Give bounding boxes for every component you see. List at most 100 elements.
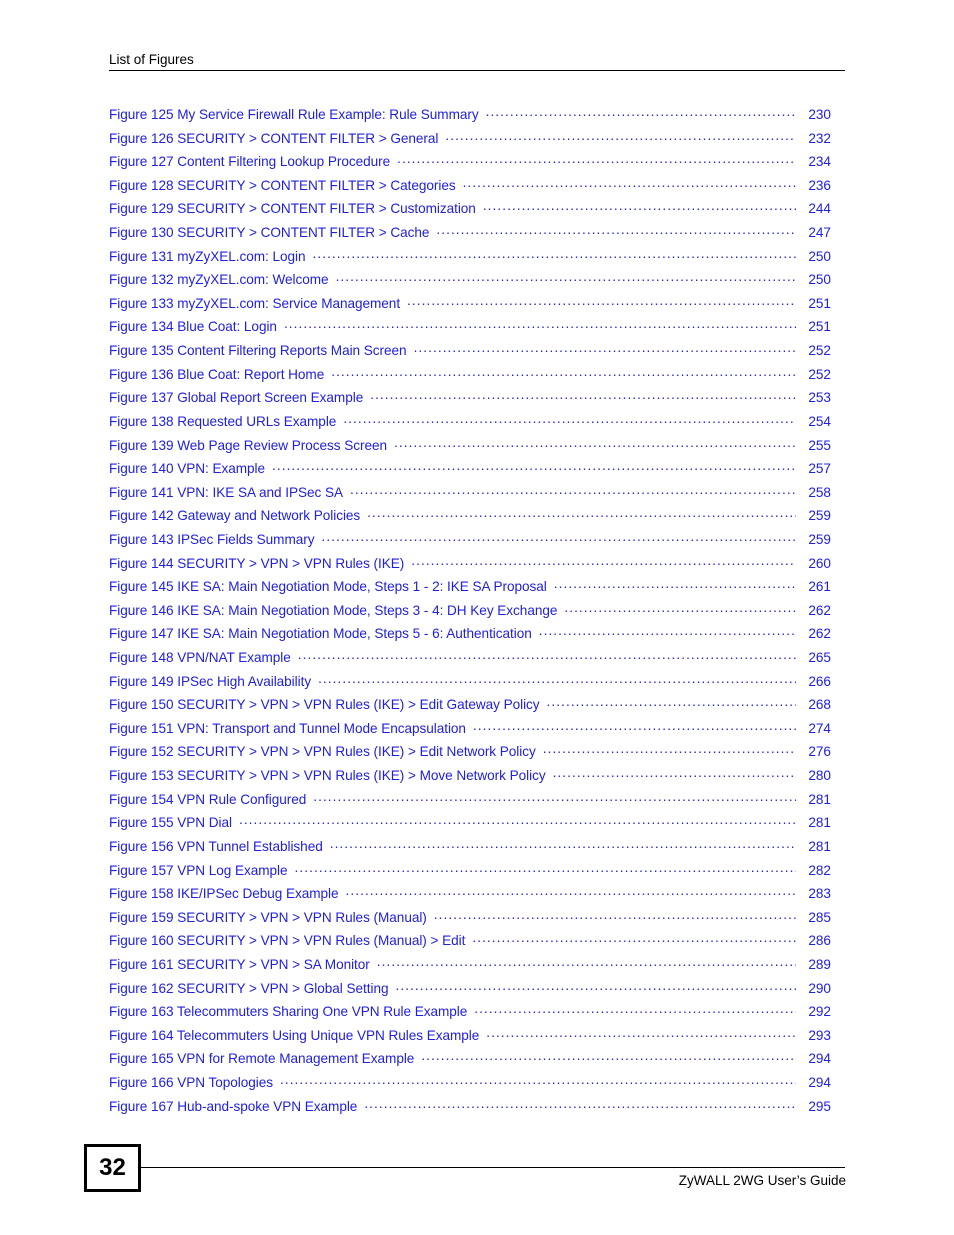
figure-entry-page: 289 — [808, 956, 831, 972]
running-header: List of Figures — [109, 51, 845, 71]
figure-entry[interactable]: Figure 152 SECURITY > VPN > VPN Rules (I… — [109, 743, 831, 767]
figure-entry[interactable]: Figure 141 VPN: IKE SA and IPSec SA 258 — [109, 484, 831, 508]
page-number-box: 32 — [84, 1144, 141, 1192]
dot-leader — [397, 153, 796, 165]
dot-leader — [547, 696, 796, 708]
figure-entry[interactable]: Figure 148 VPN/NAT Example 265 — [109, 649, 831, 673]
figure-entry[interactable]: Figure 134 Blue Coat: Login 251 — [109, 318, 831, 342]
figure-entry-label: Figure 126 SECURITY > CONTENT FILTER > G… — [109, 130, 439, 146]
dot-leader — [367, 507, 796, 519]
figure-entry[interactable]: Figure 145 IKE SA: Main Negotiation Mode… — [109, 578, 831, 602]
header-divider — [109, 70, 845, 71]
dot-leader — [321, 531, 796, 543]
figure-entry[interactable]: Figure 159 SECURITY > VPN > VPN Rules (M… — [109, 909, 831, 933]
figure-entry[interactable]: Figure 139 Web Page Review Process Scree… — [109, 437, 831, 461]
figure-entry-label: Figure 165 VPN for Remote Management Exa… — [109, 1051, 415, 1067]
figure-entry-page: 294 — [808, 1074, 831, 1090]
dot-leader — [407, 295, 796, 307]
figure-entry-label: Figure 150 SECURITY > VPN > VPN Rules (I… — [109, 697, 540, 713]
dot-leader — [364, 1098, 796, 1110]
figure-entry[interactable]: Figure 142 Gateway and Network Policies 2… — [109, 507, 831, 531]
figure-entry-page: 280 — [808, 768, 831, 784]
dot-leader — [472, 932, 796, 944]
dot-leader — [543, 743, 796, 755]
figure-entry[interactable]: Figure 136 Blue Coat: Report Home 252 — [109, 366, 831, 390]
figure-entry[interactable]: Figure 143 IPSec Fields Summary 259 — [109, 531, 831, 555]
figure-entry[interactable]: Figure 135 Content Filtering Reports Mai… — [109, 342, 831, 366]
figure-entry-label: Figure 131 myZyXEL.com: Login — [109, 248, 306, 264]
figure-entry[interactable]: Figure 150 SECURITY > VPN > VPN Rules (I… — [109, 696, 831, 720]
figure-entry[interactable]: Figure 126 SECURITY > CONTENT FILTER > G… — [109, 130, 831, 154]
figure-entry-page: 252 — [808, 343, 831, 359]
dot-leader — [564, 602, 796, 614]
figure-entry[interactable]: Figure 163 Telecommuters Sharing One VPN… — [109, 1003, 831, 1027]
figure-entry[interactable]: Figure 157 VPN Log Example 282 — [109, 862, 831, 886]
figure-entry[interactable]: Figure 161 SECURITY > VPN > SA Monitor 28… — [109, 956, 831, 980]
figure-entry[interactable]: Figure 153 SECURITY > VPN > VPN Rules (I… — [109, 767, 831, 791]
figure-entry[interactable]: Figure 167 Hub-and-spoke VPN Example 295 — [109, 1098, 831, 1122]
figure-entry-page: 294 — [808, 1051, 831, 1067]
figure-entry[interactable]: Figure 129 SECURITY > CONTENT FILTER > C… — [109, 200, 831, 224]
dot-leader — [445, 130, 796, 142]
figure-entry-page: 283 — [808, 886, 831, 902]
figure-entry[interactable]: Figure 131 myZyXEL.com: Login 250 — [109, 248, 831, 272]
figure-entry[interactable]: Figure 130 SECURITY > CONTENT FILTER > C… — [109, 224, 831, 248]
figure-entry[interactable]: Figure 156 VPN Tunnel Established 281 — [109, 838, 831, 862]
figure-entry[interactable]: Figure 128 SECURITY > CONTENT FILTER > C… — [109, 177, 831, 201]
figure-entry[interactable]: Figure 158 IKE/IPSec Debug Example 283 — [109, 885, 831, 909]
figure-entry-label: Figure 158 IKE/IPSec Debug Example — [109, 886, 339, 902]
figure-entry-page: 251 — [808, 319, 831, 335]
figure-entry-label: Figure 127 Content Filtering Lookup Proc… — [109, 154, 391, 170]
figure-entry-label: Figure 135 Content Filtering Reports Mai… — [109, 343, 407, 359]
figure-entry-page: 295 — [808, 1098, 831, 1114]
figure-entry-page: 255 — [808, 437, 831, 453]
figure-entry-label: Figure 147 IKE SA: Main Negotiation Mode… — [109, 626, 532, 642]
figure-entry-page: 250 — [808, 272, 831, 288]
figure-entry[interactable]: Figure 144 SECURITY > VPN > VPN Rules (I… — [109, 555, 831, 579]
figure-entry[interactable]: Figure 132 myZyXEL.com: Welcome 250 — [109, 271, 831, 295]
figure-entry-page: 290 — [808, 980, 831, 996]
dot-leader — [553, 767, 796, 779]
list-of-figures: Figure 125 My Service Firewall Rule Exam… — [109, 106, 831, 1121]
dot-leader — [486, 1027, 796, 1039]
figure-entry[interactable]: Figure 146 IKE SA: Main Negotiation Mode… — [109, 602, 831, 626]
running-footer: 32 ZyWALL 2WG User’s Guide — [84, 1144, 846, 1204]
figure-entry-page: 276 — [808, 744, 831, 760]
dot-leader — [284, 318, 796, 330]
figure-entry[interactable]: Figure 147 IKE SA: Main Negotiation Mode… — [109, 625, 831, 649]
figure-entry-label: Figure 162 SECURITY > VPN > Global Setti… — [109, 980, 389, 996]
figure-entry[interactable]: Figure 140 VPN: Example 257 — [109, 460, 831, 484]
figure-entry-page: 236 — [808, 177, 831, 193]
figure-entry-page: 281 — [808, 838, 831, 854]
figure-entry[interactable]: Figure 125 My Service Firewall Rule Exam… — [109, 106, 831, 130]
figure-entry[interactable]: Figure 166 VPN Topologies 294 — [109, 1074, 831, 1098]
figure-entry[interactable]: Figure 154 VPN Rule Configured 281 — [109, 791, 831, 815]
figure-entry-label: Figure 128 SECURITY > CONTENT FILTER > C… — [109, 177, 456, 193]
document-page: List of Figures Figure 125 My Service Fi… — [0, 0, 954, 1235]
figure-entry-page: 260 — [808, 555, 831, 571]
figure-entry[interactable]: Figure 151 VPN: Transport and Tunnel Mod… — [109, 720, 831, 744]
dot-leader — [272, 460, 796, 472]
figure-entry-page: 266 — [808, 673, 831, 689]
figure-entry-page: 262 — [808, 602, 831, 618]
dot-leader — [239, 814, 796, 826]
figure-entry-label: Figure 141 VPN: IKE SA and IPSec SA — [109, 484, 344, 500]
dot-leader — [370, 389, 796, 401]
figure-entry-page: 234 — [808, 154, 831, 170]
figure-entry[interactable]: Figure 138 Requested URLs Example 254 — [109, 413, 831, 437]
figure-entry[interactable]: Figure 155 VPN Dial 281 — [109, 814, 831, 838]
figure-entry[interactable]: Figure 162 SECURITY > VPN > Global Setti… — [109, 980, 831, 1004]
figure-entry[interactable]: Figure 149 IPSec High Availability 266 — [109, 673, 831, 697]
figure-entry[interactable]: Figure 127 Content Filtering Lookup Proc… — [109, 153, 831, 177]
figure-entry[interactable]: Figure 160 SECURITY > VPN > VPN Rules (M… — [109, 932, 831, 956]
figure-entry-label: Figure 137 Global Report Screen Example — [109, 390, 364, 406]
figure-entry-page: 285 — [808, 909, 831, 925]
figure-entry[interactable]: Figure 133 myZyXEL.com: Service Manageme… — [109, 295, 831, 319]
figure-entry-page: 286 — [808, 933, 831, 949]
figure-entry[interactable]: Figure 137 Global Report Screen Example 2… — [109, 389, 831, 413]
figure-entry-page: 258 — [808, 484, 831, 500]
figure-entry[interactable]: Figure 164 Telecommuters Using Unique VP… — [109, 1027, 831, 1051]
figure-entry-page: 292 — [808, 1004, 831, 1020]
dot-leader — [554, 578, 796, 590]
figure-entry[interactable]: Figure 165 VPN for Remote Management Exa… — [109, 1050, 831, 1074]
